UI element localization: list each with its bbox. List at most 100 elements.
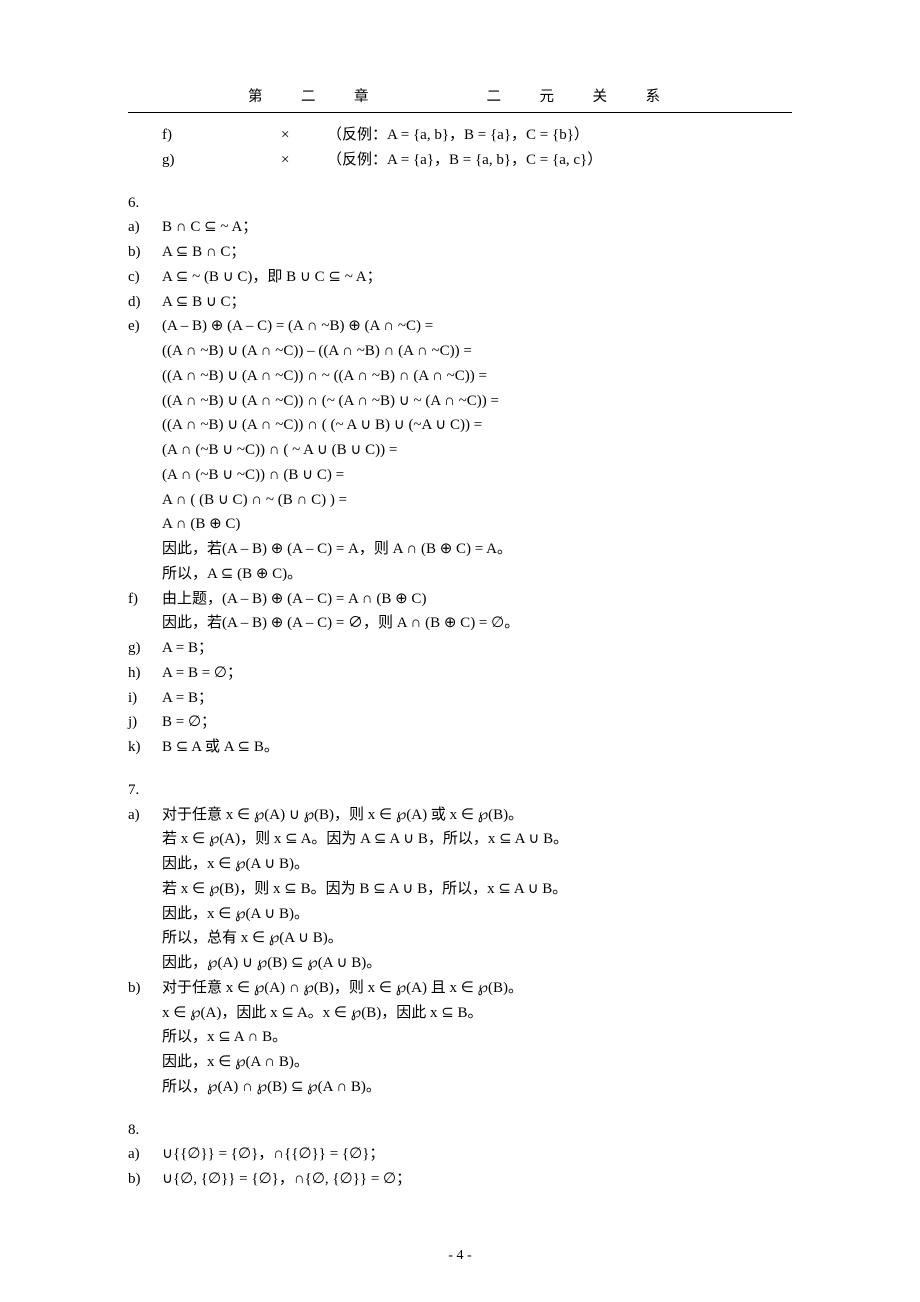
item-6d: d) A ⊆ B ∪ C；	[128, 290, 792, 315]
item-text: ((A ∩ ~B) ∪ (A ∩ ~C)) ∩ ( (~ A ∪ B) ∪ (~…	[162, 413, 792, 438]
item-7a-cont: 因此，x ∈ ℘(A ∪ B)。	[128, 902, 792, 927]
item-text: 因此，℘(A) ∪ ℘(B) ⊆ ℘(A ∪ B)。	[162, 951, 792, 976]
item-text: A ∩ ( (B ∪ C) ∩ ~ (B ∩ C) ) =	[162, 488, 792, 513]
item-text: 所以，总有 x ∈ ℘(A ∪ B)。	[162, 926, 792, 951]
item-text: x ∈ ℘(A)，因此 x ⊆ A。x ∈ ℘(B)，因此 x ⊆ B。	[162, 1001, 792, 1026]
item-text: A ⊆ ~ (B ∪ C)，即 B ∪ C ⊆ ~ A；	[162, 265, 792, 290]
item-6f-cont: 因此，若(A – B) ⊕ (A – C) = ∅，则 A ∩ (B ⊕ C) …	[128, 611, 792, 636]
item-6e-cont: A ∩ (B ⊕ C)	[128, 512, 792, 537]
item-6e-cont: ((A ∩ ~B) ∪ (A ∩ ~C)) ∩ (~ (A ∩ ~B) ∪ ~ …	[128, 389, 792, 414]
item-text: 所以，x ⊆ A ∩ B。	[162, 1025, 792, 1050]
item-text: 因此，若(A – B) ⊕ (A – C) = ∅，则 A ∩ (B ⊕ C) …	[162, 611, 792, 636]
item-7a-cont: 若 x ∈ ℘(B)，则 x ⊆ B。因为 B ⊆ A ∪ B，所以，x ⊆ A…	[128, 877, 792, 902]
item-text: （反例：A = {a, b}，B = {a}，C = {b}）	[327, 123, 792, 148]
item-text: (A ∩ (~B ∪ ~C)) ∩ (B ∪ C) =	[162, 463, 792, 488]
section-6-heading: 6.	[128, 191, 792, 216]
item-6i: i)A = B；	[128, 686, 792, 711]
item-label: j)	[128, 710, 162, 735]
item-label: b)	[128, 240, 162, 265]
item-text: B = ∅；	[162, 710, 792, 735]
item-8b: b)∪{∅, {∅}} = {∅}，∩{∅, {∅}} = ∅；	[128, 1167, 792, 1192]
item-label: a)	[128, 1142, 162, 1167]
item-label: b)	[128, 1167, 162, 1192]
item-text: (A – B) ⊕ (A – C) = (A ∩ ~B) ⊕ (A ∩ ~C) …	[162, 314, 792, 339]
item-label: i)	[128, 686, 162, 711]
item-6e-cont: ((A ∩ ~B) ∪ (A ∩ ~C)) ∩ ~ ((A ∩ ~B) ∩ (A…	[128, 364, 792, 389]
item-text: 因此，x ∈ ℘(A ∪ B)。	[162, 852, 792, 877]
item-label: f)	[162, 123, 196, 148]
item-7a-cont: 所以，总有 x ∈ ℘(A ∪ B)。	[128, 926, 792, 951]
item-label: a)	[128, 215, 162, 240]
item-7a-cont: 若 x ∈ ℘(A)，则 x ⊆ A。因为 A ⊆ A ∪ B，所以，x ⊆ A…	[128, 827, 792, 852]
item-text: A = B；	[162, 686, 792, 711]
page: 第 二 章 二 元 关 系 f) × （反例：A = {a, b}，B = {a…	[0, 0, 920, 1302]
item-7a: a) 对于任意 x ∈ ℘(A) ∪ ℘(B)，则 x ∈ ℘(A) 或 x ∈…	[128, 803, 792, 828]
item-7b-cont: 所以，x ⊆ A ∩ B。	[128, 1025, 792, 1050]
item-text: ∪{{∅}} = {∅}，∩{{∅}} = {∅}；	[162, 1142, 792, 1167]
item-7b-cont: 所以，℘(A) ∩ ℘(B) ⊆ ℘(A ∩ B)。	[128, 1075, 792, 1100]
item-text: A ⊆ B ∪ C；	[162, 290, 792, 315]
item-6j: j)B = ∅；	[128, 710, 792, 735]
item-text: 因此，x ∈ ℘(A ∩ B)。	[162, 1050, 792, 1075]
item-6e: e) (A – B) ⊕ (A – C) = (A ∩ ~B) ⊕ (A ∩ ~…	[128, 314, 792, 339]
item-6c: c) A ⊆ ~ (B ∪ C)，即 B ∪ C ⊆ ~ A；	[128, 265, 792, 290]
item-5g: g) × （反例：A = {a}，B = {a, b}，C = {a, c}）	[128, 148, 792, 173]
section-8-heading: 8.	[128, 1118, 792, 1143]
item-7b: b) 对于任意 x ∈ ℘(A) ∩ ℘(B)，则 x ∈ ℘(A) 且 x ∈…	[128, 976, 792, 1001]
item-label: a)	[128, 803, 162, 828]
item-6b: b) A ⊆ B ∩ C；	[128, 240, 792, 265]
item-5f: f) × （反例：A = {a, b}，B = {a}，C = {b}）	[128, 123, 792, 148]
item-mark: ×	[281, 123, 327, 148]
item-label: b)	[128, 976, 162, 1001]
section-7-heading: 7.	[128, 778, 792, 803]
item-text: 所以，A ⊆ (B ⊕ C)。	[162, 562, 792, 587]
item-6e-cont: ((A ∩ ~B) ∪ (A ∩ ~C)) – ((A ∩ ~B) ∩ (A ∩…	[128, 339, 792, 364]
item-7a-cont: 因此，x ∈ ℘(A ∪ B)。	[128, 852, 792, 877]
item-label: g)	[128, 636, 162, 661]
item-text: ((A ∩ ~B) ∪ (A ∩ ~C)) ∩ (~ (A ∩ ~B) ∪ ~ …	[162, 389, 792, 414]
page-header: 第 二 章 二 元 关 系	[128, 85, 792, 113]
item-6k: k)B ⊆ A 或 A ⊆ B。	[128, 735, 792, 760]
item-6e-cont: (A ∩ (~B ∪ ~C)) ∩ (B ∪ C) =	[128, 463, 792, 488]
item-text: A ∩ (B ⊕ C)	[162, 512, 792, 537]
item-text: B ⊆ A 或 A ⊆ B。	[162, 735, 792, 760]
item-text: ((A ∩ ~B) ∪ (A ∩ ~C)) – ((A ∩ ~B) ∩ (A ∩…	[162, 339, 792, 364]
item-label: h)	[128, 661, 162, 686]
item-mark: ×	[281, 148, 327, 173]
item-label: d)	[128, 290, 162, 315]
item-6e-cont: ((A ∩ ~B) ∪ (A ∩ ~C)) ∩ ( (~ A ∪ B) ∪ (~…	[128, 413, 792, 438]
item-text: 对于任意 x ∈ ℘(A) ∪ ℘(B)，则 x ∈ ℘(A) 或 x ∈ ℘(…	[162, 803, 792, 828]
item-label: f)	[128, 587, 162, 612]
item-text: 若 x ∈ ℘(B)，则 x ⊆ B。因为 B ⊆ A ∪ B，所以，x ⊆ A…	[162, 877, 792, 902]
item-6e-cont: (A ∩ (~B ∪ ~C)) ∩ ( ~ A ∪ (B ∪ C)) =	[128, 438, 792, 463]
item-6a: a) B ∩ C ⊆ ~ A；	[128, 215, 792, 240]
item-text: A = B = ∅；	[162, 661, 792, 686]
item-6e-cont: 因此，若(A – B) ⊕ (A – C) = A，则 A ∩ (B ⊕ C) …	[128, 537, 792, 562]
item-label: c)	[128, 265, 162, 290]
item-text: 所以，℘(A) ∩ ℘(B) ⊆ ℘(A ∩ B)。	[162, 1075, 792, 1100]
item-text: 若 x ∈ ℘(A)，则 x ⊆ A。因为 A ⊆ A ∪ B，所以，x ⊆ A…	[162, 827, 792, 852]
item-text: ((A ∩ ~B) ∪ (A ∩ ~C)) ∩ ~ ((A ∩ ~B) ∩ (A…	[162, 364, 792, 389]
item-7b-cont: 因此，x ∈ ℘(A ∩ B)。	[128, 1050, 792, 1075]
item-text: 由上题，(A – B) ⊕ (A – C) = A ∩ (B ⊕ C)	[162, 587, 792, 612]
item-text: A ⊆ B ∩ C；	[162, 240, 792, 265]
item-text: A = B；	[162, 636, 792, 661]
item-text: ∪{∅, {∅}} = {∅}，∩{∅, {∅}} = ∅；	[162, 1167, 792, 1192]
item-6h: h)A = B = ∅；	[128, 661, 792, 686]
item-label: g)	[162, 148, 196, 173]
item-text: B ∩ C ⊆ ~ A；	[162, 215, 792, 240]
page-number: - 4 -	[0, 1248, 920, 1264]
item-text: 因此，x ∈ ℘(A ∪ B)。	[162, 902, 792, 927]
item-label: e)	[128, 314, 162, 339]
item-text: 对于任意 x ∈ ℘(A) ∩ ℘(B)，则 x ∈ ℘(A) 且 x ∈ ℘(…	[162, 976, 792, 1001]
item-6f: f) 由上题，(A – B) ⊕ (A – C) = A ∩ (B ⊕ C)	[128, 587, 792, 612]
item-6g: g)A = B；	[128, 636, 792, 661]
item-7b-cont: x ∈ ℘(A)，因此 x ⊆ A。x ∈ ℘(B)，因此 x ⊆ B。	[128, 1001, 792, 1026]
item-text: (A ∩ (~B ∪ ~C)) ∩ ( ~ A ∪ (B ∪ C)) =	[162, 438, 792, 463]
item-text: （反例：A = {a}，B = {a, b}，C = {a, c}）	[327, 148, 792, 173]
item-8a: a)∪{{∅}} = {∅}，∩{{∅}} = {∅}；	[128, 1142, 792, 1167]
item-6e-cont: 所以，A ⊆ (B ⊕ C)。	[128, 562, 792, 587]
item-7a-cont: 因此，℘(A) ∪ ℘(B) ⊆ ℘(A ∪ B)。	[128, 951, 792, 976]
item-label: k)	[128, 735, 162, 760]
item-6e-cont: A ∩ ( (B ∪ C) ∩ ~ (B ∩ C) ) =	[128, 488, 792, 513]
